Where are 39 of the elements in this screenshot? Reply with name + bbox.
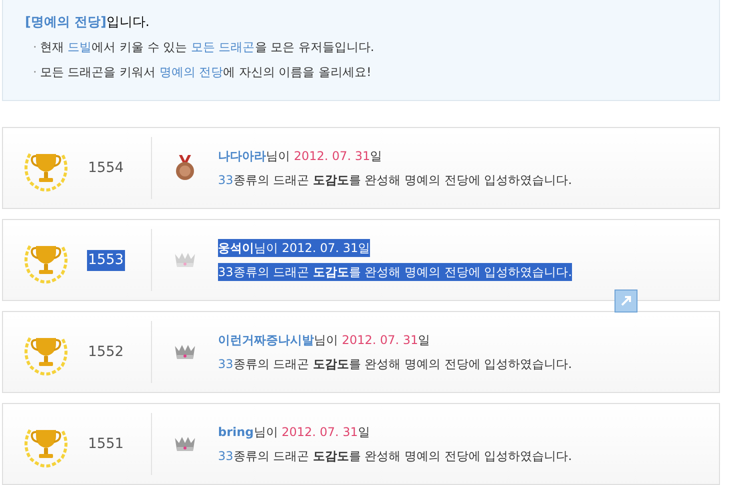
- bullet-marker: ·: [33, 64, 37, 80]
- rank-number: 1553: [87, 250, 125, 270]
- rank-number: 1552: [87, 342, 125, 362]
- user-name: 웅석이: [218, 239, 254, 257]
- user-name: 나다아라: [218, 148, 266, 165]
- date-suffix: 일: [370, 148, 382, 165]
- dragon-count: 33: [218, 356, 234, 373]
- date-suffix: 일: [358, 424, 370, 441]
- intro-title-suffix: 입니다.: [106, 14, 150, 32]
- dragon-count: 33: [218, 448, 234, 465]
- intro-text: 현재 드빌에서 키울 수 있는 모든 드래곤을 모은 유저들입니다.: [40, 38, 374, 56]
- name-suffix: 님이: [254, 424, 279, 441]
- date-text: 2012. 07. 31: [342, 332, 418, 349]
- drag-icon: [614, 289, 638, 313]
- name-suffix: 님이: [266, 148, 291, 165]
- date-suffix: 일: [358, 239, 370, 257]
- achievement-text: 종류의 드래곤 도감도를 완성해 명예의 전당에 입성하였습니다.: [233, 263, 572, 281]
- bullet-marker: ·: [33, 38, 37, 56]
- name-suffix: 님이: [314, 332, 339, 349]
- user-name: bring: [218, 424, 254, 441]
- dragon-count: 33: [218, 172, 234, 189]
- medal-icon: [175, 155, 195, 181]
- intro-text: 모든 드래곤을 키워서 명예의 전당에 자신의 이름을 올리세요!: [40, 64, 372, 80]
- dragon-count: 33: [218, 263, 234, 281]
- date-text: 2012. 07. 31: [282, 239, 358, 257]
- user-name: 이런거짜증나시발: [218, 332, 314, 349]
- achievement-text: 종류의 드래곤 도감도를 완성해 명예의 전당에 입성하였습니다.: [233, 172, 572, 189]
- crown-icon: [174, 344, 196, 360]
- rank-number: 1554: [87, 158, 125, 178]
- date-text: 2012. 07. 31: [282, 424, 358, 441]
- name-suffix: 님이: [254, 239, 282, 257]
- date-text: 2012. 07. 31: [294, 148, 370, 165]
- crown-icon: [174, 436, 196, 452]
- crown-icon: [174, 252, 196, 268]
- rank-number: 1551: [87, 434, 125, 454]
- achievement-text: 종류의 드래곤 도감도를 완성해 명예의 전당에 입성하였습니다.: [233, 356, 572, 373]
- date-suffix: 일: [418, 332, 430, 349]
- intro-title: [명예의 전당]: [25, 14, 106, 32]
- achievement-text: 종류의 드래곤 도감도를 완성해 명예의 전당에 입성하였습니다.: [233, 448, 572, 465]
